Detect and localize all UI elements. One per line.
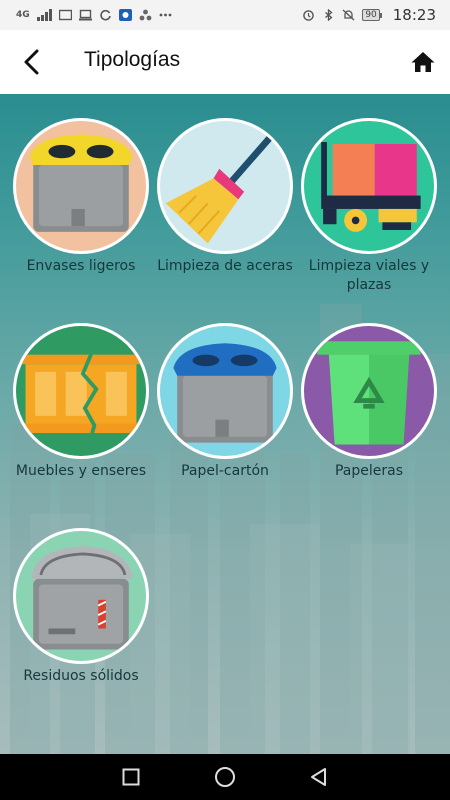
tile-label: Limpieza viales y plazas [308,258,430,293]
tile-limpieza-viales-y-plazas[interactable]: Limpieza viales y plazas [294,118,444,295]
tile-label: Papel-cartón [181,463,269,479]
app-dots-icon [139,9,152,21]
system-nav-bar [0,754,450,800]
typology-grid: Envases ligeros Limpieza de aceras Limpi… [0,94,450,754]
broken-furniture-icon [13,323,149,459]
app-bar: Tipologías [0,30,450,94]
bluetooth-icon [325,9,333,21]
arrow-left-icon[interactable] [18,48,46,76]
status-left: 4G [16,9,172,21]
laptop-icon [78,9,92,21]
tile-label: Papeleras [334,463,404,479]
tile-muebles-y-enseres[interactable]: Muebles y enseres [6,323,156,481]
battery-icon: 90 [362,9,382,21]
tile-papeleras[interactable]: Papeleras [294,323,444,481]
tile-label: Residuos sólidos [23,668,139,684]
home-icon[interactable] [410,49,436,75]
back-triangle-icon[interactable] [307,765,331,789]
clock: 18:23 [392,6,436,24]
recents-icon[interactable] [119,765,143,789]
tile-limpieza-de-aceras[interactable]: Limpieza de aceras [150,118,300,276]
battery-level: 90 [362,9,380,21]
status-right: 90 18:23 [302,6,436,24]
mute-icon [342,9,355,21]
status-bar: 4G 90 18:23 [0,0,450,30]
street-sweeper-icon [301,118,437,254]
yellow-lid-container-icon [13,118,149,254]
more-icon [159,13,172,17]
tile-envases-ligeros[interactable]: Envases ligeros [6,118,156,276]
broom-icon [157,118,293,254]
app-icon [118,9,132,21]
home-circle-icon[interactable] [213,765,237,789]
image-icon [58,9,72,21]
recycling-bin-icon [301,323,437,459]
grey-container-icon [13,528,149,664]
sync-icon [99,9,111,21]
blue-lid-container-icon [157,323,293,459]
alarm-icon [303,10,315,21]
tile-residuos-solidos[interactable]: Residuos sólidos [6,528,156,686]
page-title: Tipologías [84,48,181,71]
tile-papel-carton[interactable]: Papel-cartón [150,323,300,481]
tile-label: Muebles y enseres [15,463,147,479]
signal-icon [36,9,52,21]
tile-label: Envases ligeros [26,258,136,274]
tile-label: Limpieza de aceras [157,258,293,274]
network-type: 4G [16,9,30,20]
